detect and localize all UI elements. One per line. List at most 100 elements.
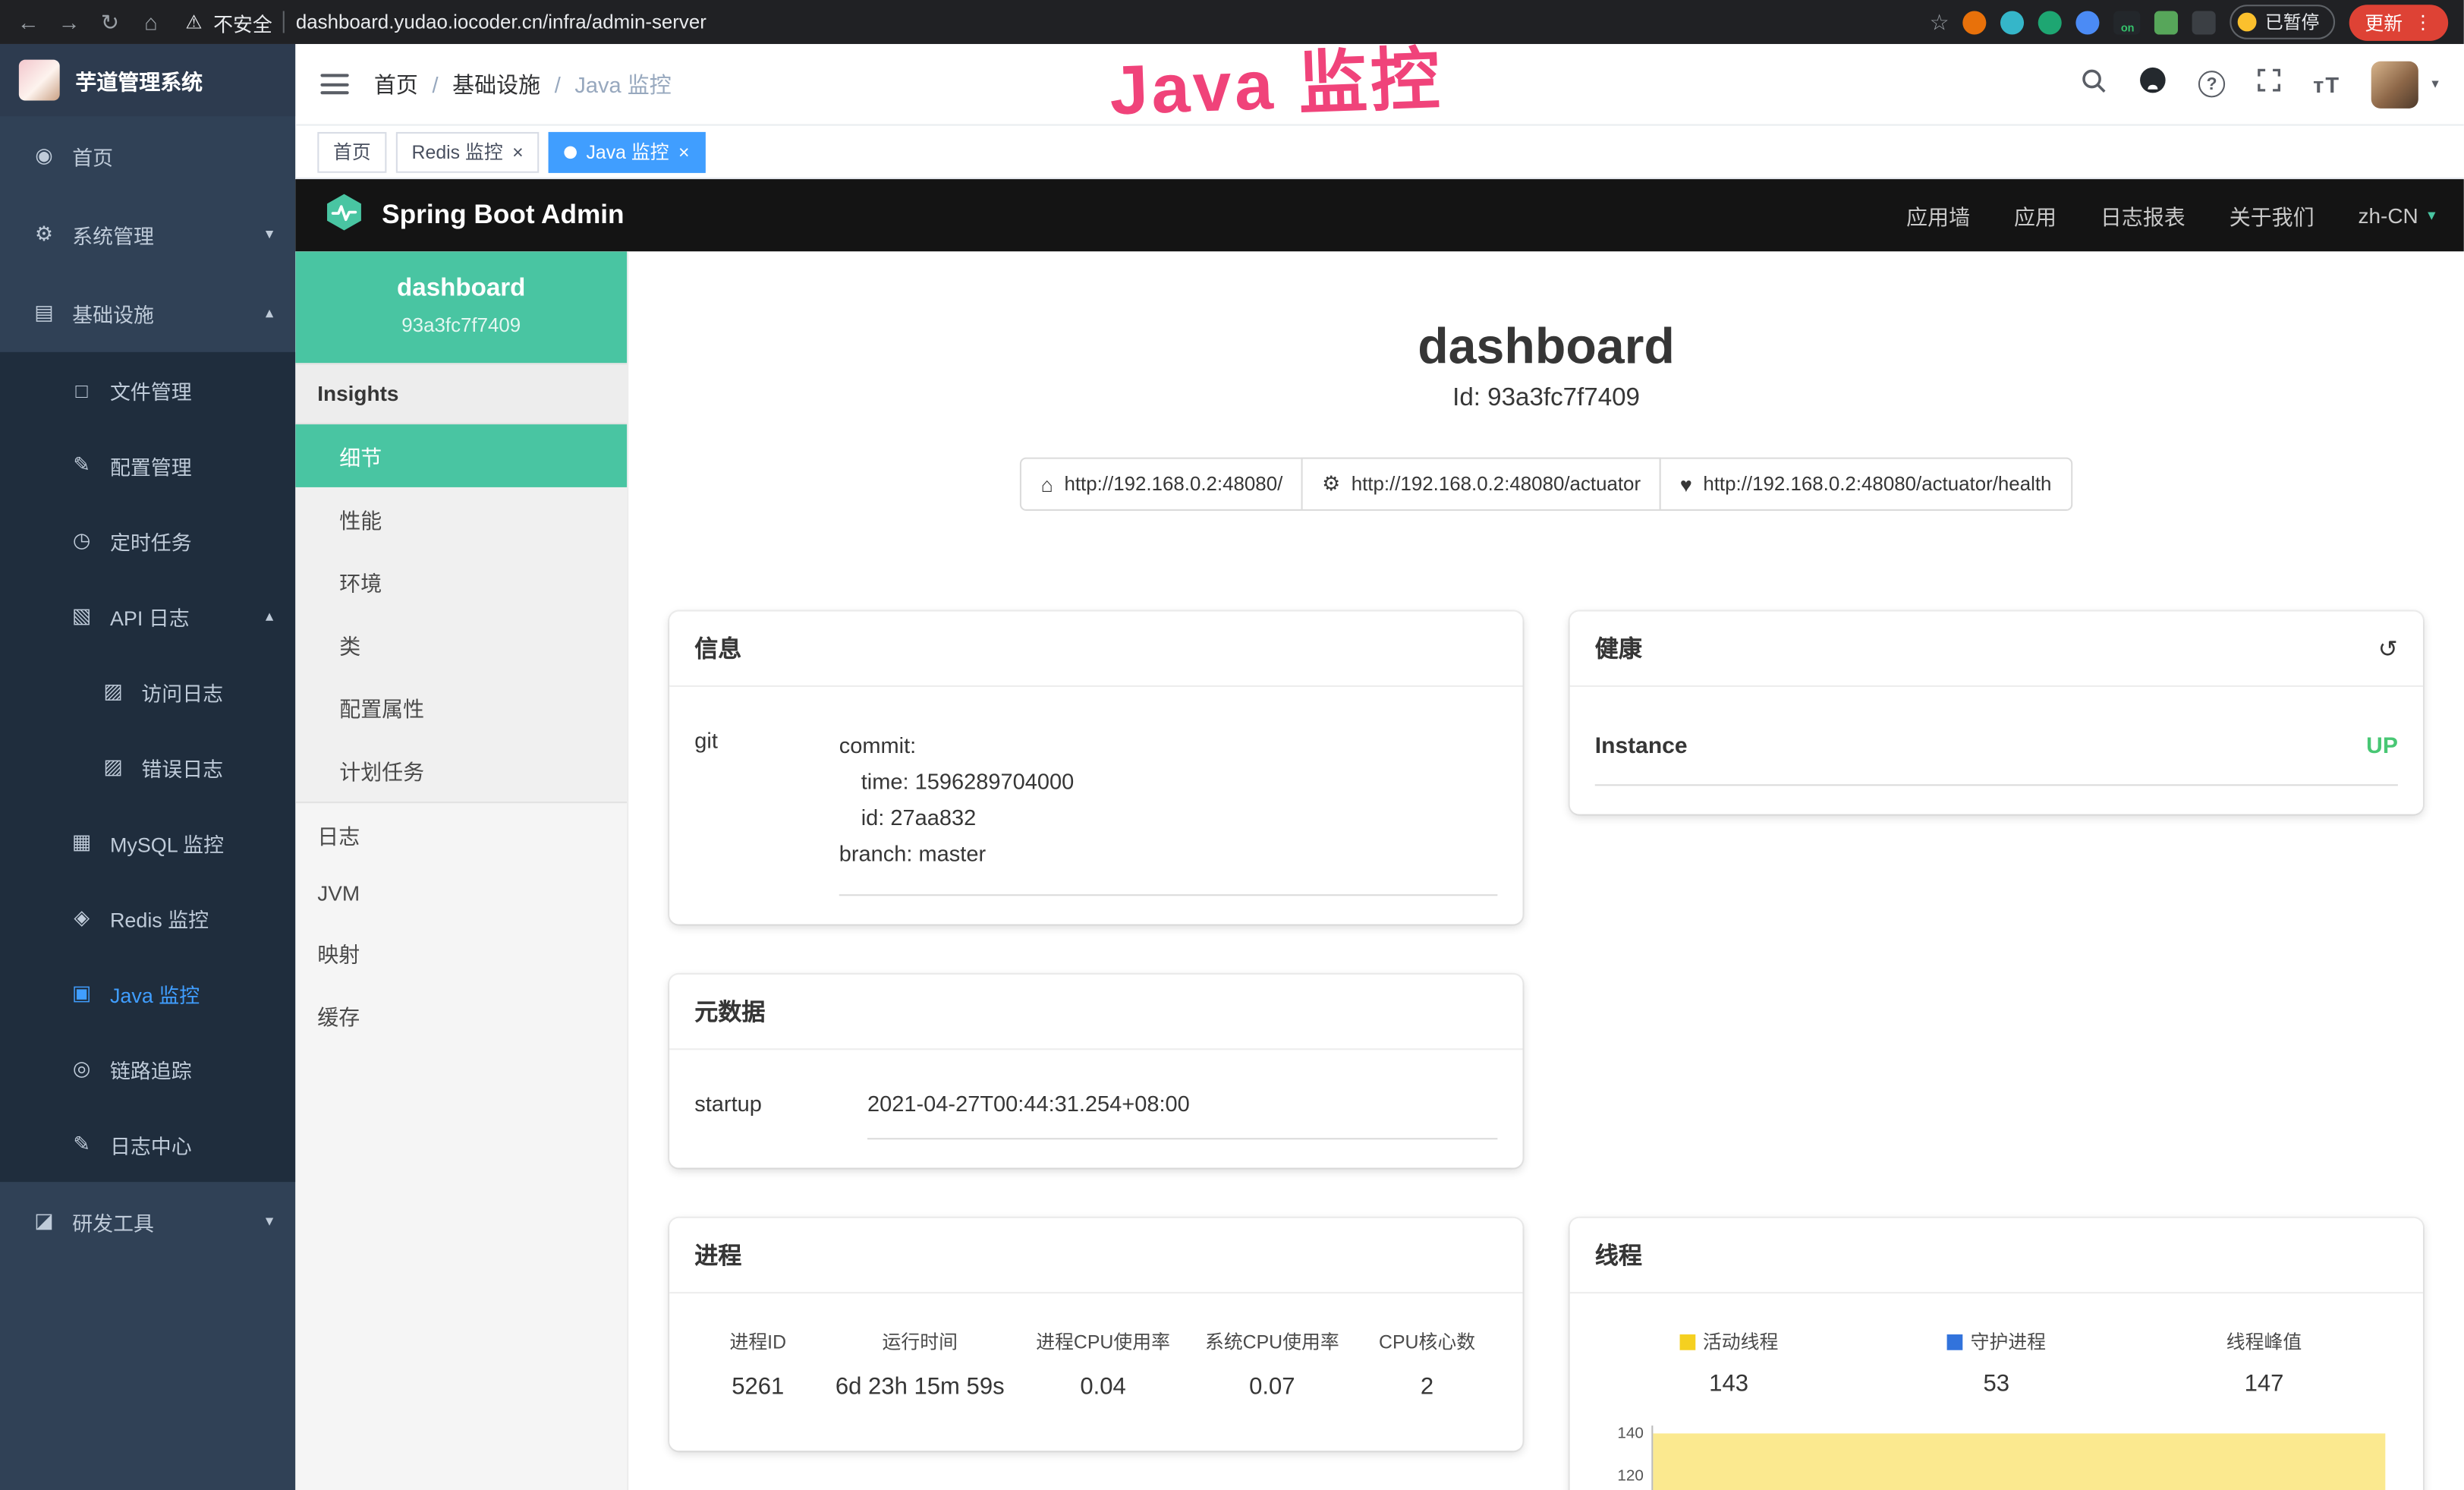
fullscreen-icon[interactable] bbox=[2257, 68, 2282, 100]
cards-grid: 信息 git commit: time: 1596289704000 id: 2 bbox=[669, 612, 2423, 1490]
address-bar[interactable]: ⚠ 不安全 dashboard.yudao.iocoder.cn/infra/a… bbox=[185, 7, 706, 36]
tag-home[interactable]: 首页 bbox=[317, 131, 386, 172]
sidebar-item-redis-monitor[interactable]: ◈ Redis 监控 bbox=[0, 880, 295, 956]
service-url-link[interactable]: ⌂ http://192.168.0.2:48080/ bbox=[1021, 458, 1303, 511]
update-button[interactable]: 更新 ⋮ bbox=[2349, 4, 2448, 40]
github-icon[interactable] bbox=[2138, 66, 2167, 102]
side-item-config-properties[interactable]: 配置属性 bbox=[295, 676, 627, 739]
side-item-performance[interactable]: 性能 bbox=[295, 487, 627, 550]
card-body: 进程ID 运行时间 进程CPU使用率 系统CPU使用率 CPU核心数 5261 … bbox=[669, 1294, 1522, 1451]
instance-block[interactable]: dashboard 93a3fc7f7409 bbox=[295, 251, 627, 363]
side-item-jvm[interactable]: JVM bbox=[295, 866, 627, 921]
actuator-url-link[interactable]: ⚙ http://192.168.0.2:48080/actuator bbox=[1301, 458, 1661, 511]
sba-body: dashboard 93a3fc7f7409 Insights 细节 性能 环境… bbox=[295, 251, 2464, 1490]
side-item-environment[interactable]: 环境 bbox=[295, 550, 627, 613]
trace-icon: ◎ bbox=[69, 1057, 94, 1082]
history-icon[interactable]: ↺ bbox=[2378, 635, 2398, 663]
sidebar-item-java-monitor[interactable]: ▣ Java 监控 bbox=[0, 956, 295, 1031]
spring-boot-admin: Spring Boot Admin 应用墙 应用 日志报表 关于我们 zh-CN… bbox=[295, 179, 2464, 1490]
y-tick: 120 bbox=[1617, 1468, 1644, 1485]
back-icon[interactable]: ← bbox=[16, 9, 41, 34]
browser-home-icon[interactable]: ⌂ bbox=[138, 9, 163, 34]
help-icon[interactable]: ? bbox=[2198, 71, 2225, 97]
legend-label: 守护进程 bbox=[1971, 1329, 2046, 1356]
sba-nav-applications[interactable]: 应用 bbox=[2014, 200, 2056, 231]
sidebar-item-config-manage[interactable]: ✎ 配置管理 bbox=[0, 427, 295, 502]
extension-icon-3[interactable] bbox=[2039, 10, 2063, 33]
sidebar-item-label: 定时任务 bbox=[110, 526, 192, 556]
search-icon[interactable] bbox=[2081, 67, 2107, 102]
screen: ← → ↻ ⌂ ⚠ 不安全 dashboard.yudao.iocoder.cn… bbox=[0, 0, 2464, 1490]
breadcrumb-home[interactable]: 首页 bbox=[374, 68, 418, 99]
sidebar-item-home[interactable]: ◉ 首页 bbox=[0, 116, 295, 195]
git-commit-line: commit: bbox=[839, 728, 1498, 764]
sidebar-item-scheduled-jobs[interactable]: ◷ 定时任务 bbox=[0, 503, 295, 578]
extension-icon-1[interactable] bbox=[1963, 10, 1987, 33]
sidebar-item-log-center[interactable]: ✎ 日志中心 bbox=[0, 1107, 295, 1182]
font-size-icon[interactable]: тT bbox=[2313, 71, 2340, 96]
side-item-logs[interactable]: 日志 bbox=[295, 803, 627, 866]
language-selector[interactable]: zh-CN ▾ bbox=[2359, 203, 2436, 227]
gear-icon: ⚙ bbox=[31, 222, 56, 247]
extension-icon-4[interactable] bbox=[2076, 10, 2100, 33]
health-url-link[interactable]: ♥ http://192.168.0.2:48080/actuator/heal… bbox=[1660, 458, 2072, 511]
user-avatar[interactable] bbox=[2372, 61, 2419, 108]
active-dot bbox=[564, 146, 577, 159]
extension-icon-2[interactable] bbox=[2001, 10, 2025, 33]
card-header: 元数据 bbox=[669, 975, 1522, 1051]
paused-badge[interactable]: 已暂停 bbox=[2230, 5, 2335, 39]
sidebar-item-error-log[interactable]: ▨ 错误日志 bbox=[0, 729, 295, 805]
tag-java-monitor[interactable]: Java 监控 × bbox=[549, 131, 705, 172]
sidebar-item-api-log[interactable]: ▧ API 日志 ▴ bbox=[0, 578, 295, 654]
y-axis: 140 120 100 bbox=[1595, 1426, 1652, 1490]
url-divider bbox=[283, 11, 285, 33]
card-header: 信息 bbox=[669, 612, 1522, 687]
timer-icon: ◷ bbox=[69, 528, 94, 553]
column-header: 进程ID bbox=[694, 1329, 821, 1356]
info-row: git commit: time: 1596289704000 id: 27aa… bbox=[694, 715, 1497, 896]
breadcrumb-infra[interactable]: 基础设施 bbox=[418, 68, 540, 99]
legend-item-daemon: 守护进程 53 bbox=[1862, 1329, 2130, 1398]
sba-nav-about[interactable]: 关于我们 bbox=[2230, 200, 2315, 231]
dashboard-icon: ◉ bbox=[31, 143, 56, 168]
sba-nav: 应用墙 应用 日志报表 关于我们 zh-CN ▾ bbox=[1906, 200, 2435, 231]
java-icon: ▣ bbox=[69, 981, 94, 1006]
sidebar-item-access-log[interactable]: ▨ 访问日志 bbox=[0, 654, 295, 729]
reload-icon[interactable]: ↻ bbox=[97, 8, 122, 35]
sba-nav-journal[interactable]: 日志报表 bbox=[2101, 200, 2186, 231]
extension-icon-5[interactable] bbox=[2155, 10, 2179, 33]
security-label[interactable]: 不安全 bbox=[213, 7, 272, 36]
metadata-card: 元数据 startup 2021-04-27T00:44:31.254+08:0… bbox=[669, 975, 1522, 1169]
tag-redis-monitor[interactable]: Redis 监控 × bbox=[396, 131, 539, 172]
sidebar-item-tracing[interactable]: ◎ 链路追踪 bbox=[0, 1031, 295, 1106]
update-label: 更新 bbox=[2365, 8, 2403, 35]
bookmark-star-icon[interactable]: ☆ bbox=[1930, 8, 1949, 35]
column-header: 系统CPU使用率 bbox=[1188, 1329, 1357, 1356]
sidebar-toggle-icon[interactable] bbox=[320, 74, 348, 94]
browser-menu-icon[interactable]: ⋮ bbox=[2414, 11, 2433, 33]
card-title: 进程 bbox=[694, 1239, 741, 1271]
y-tick: 140 bbox=[1617, 1426, 1644, 1444]
forward-icon[interactable]: → bbox=[57, 9, 82, 34]
sidebar-item-system[interactable]: ⚙ 系统管理 ▾ bbox=[0, 195, 295, 274]
sidebar-item-file-manage[interactable]: □ 文件管理 bbox=[0, 352, 295, 427]
sidebar-item-infra[interactable]: ▤ 基础设施 ▴ bbox=[0, 273, 295, 352]
sidebar-item-mysql-monitor[interactable]: ▦ MySQL 监控 bbox=[0, 805, 295, 880]
side-item-classes[interactable]: 类 bbox=[295, 613, 627, 676]
side-item-caches[interactable]: 缓存 bbox=[295, 984, 627, 1047]
sba-nav-wallboard[interactable]: 应用墙 bbox=[1906, 200, 1970, 231]
extension-on-badge[interactable]: on bbox=[2114, 10, 2141, 33]
link-url: http://192.168.0.2:48080/ bbox=[1064, 473, 1282, 495]
tools-icon: ◪ bbox=[31, 1208, 56, 1233]
side-item-details[interactable]: 细节 bbox=[295, 424, 627, 487]
close-icon[interactable]: × bbox=[512, 140, 524, 162]
url-text[interactable]: dashboard.yudao.iocoder.cn/infra/admin-s… bbox=[296, 11, 706, 33]
git-id-line: id: 27aa832 bbox=[839, 800, 1498, 836]
side-item-mappings[interactable]: 映射 bbox=[295, 921, 627, 984]
sidebar-item-dev-tools[interactable]: ◪ 研发工具 ▾ bbox=[0, 1182, 295, 1261]
side-item-scheduled-tasks[interactable]: 计划任务 bbox=[295, 739, 627, 802]
file-icon: □ bbox=[69, 378, 94, 402]
avatar-caret-icon[interactable]: ▾ bbox=[2431, 75, 2438, 93]
extension-icon-6[interactable] bbox=[2193, 10, 2217, 33]
close-icon[interactable]: × bbox=[678, 140, 690, 162]
